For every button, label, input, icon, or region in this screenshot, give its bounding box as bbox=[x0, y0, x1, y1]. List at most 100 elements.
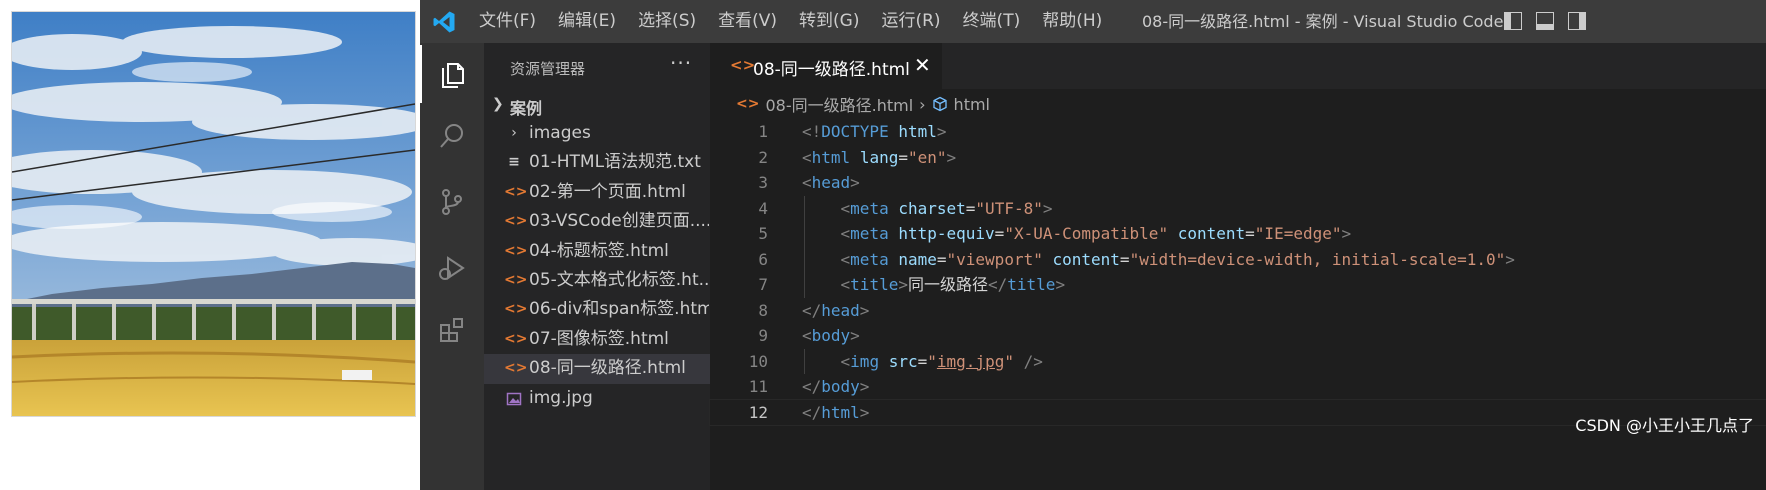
code-token: meta bbox=[850, 249, 889, 269]
code-token: <! bbox=[802, 122, 822, 141]
toggle-panel-icon[interactable] bbox=[1536, 12, 1554, 30]
more-actions-icon[interactable]: ··· bbox=[670, 51, 692, 75]
sidebar-title: 资源管理器 bbox=[510, 60, 586, 78]
line-number: 10 bbox=[748, 351, 768, 371]
toggle-primary-sidebar-icon[interactable] bbox=[1504, 12, 1522, 30]
tree-item-file[interactable]: <> 02-第一个页面.html bbox=[484, 178, 710, 207]
line-number: 7 bbox=[758, 275, 768, 294]
tree-item-file[interactable]: ≡ 01-HTML语法规范.txt bbox=[484, 148, 710, 177]
code-token: body bbox=[821, 377, 860, 396]
code-token: < bbox=[840, 275, 851, 294]
code-line[interactable]: 6 <meta name="viewport" content="width=d… bbox=[710, 246, 1766, 273]
line-content: </body> bbox=[802, 374, 869, 400]
tree-item-file[interactable]: <> 05-文本格式化标签.ht... bbox=[484, 266, 710, 295]
tab-label: 08-同一级路径.html bbox=[753, 60, 910, 80]
run-debug-icon[interactable] bbox=[420, 239, 484, 297]
line-content: <meta http-equiv="X-UA-Compatible" conte… bbox=[802, 221, 1352, 247]
code-token: /> bbox=[1023, 351, 1043, 371]
code-line[interactable]: 9 <body> bbox=[710, 323, 1766, 349]
code-line[interactable]: 4 <meta charset="UTF-8"> bbox=[710, 195, 1766, 221]
tree-item-label: 06-div和span标签.html bbox=[529, 299, 709, 320]
code-token: head bbox=[821, 300, 860, 320]
code-line[interactable]: 5 <meta http-equiv="X-UA-Compatible" con… bbox=[710, 221, 1766, 247]
code-token: </ bbox=[802, 402, 822, 422]
tree-item-file[interactable]: <> 07-图像标签.html bbox=[484, 325, 710, 354]
menu-bar: 文件(F) 编辑(E) 选择(S) 查看(V) 转到(G) 运行(R) 终端(T… bbox=[468, 0, 1113, 43]
code-token: < bbox=[840, 249, 851, 269]
tree-item-file[interactable]: <> 06-div和span标签.html bbox=[484, 295, 710, 324]
explorer-icon[interactable] bbox=[420, 45, 484, 103]
line-number: 1 bbox=[758, 122, 768, 141]
layout-controls bbox=[1504, 12, 1586, 30]
tree-item-label: 05-文本格式化标签.ht... bbox=[529, 269, 709, 290]
code-token: title bbox=[1007, 275, 1056, 294]
code-token: > bbox=[1505, 249, 1515, 269]
code-token: content bbox=[1052, 249, 1120, 269]
tree-item-file[interactable]: <> 04-标题标签.html bbox=[484, 237, 710, 266]
code-line[interactable]: 11 </body> bbox=[710, 374, 1766, 400]
menu-file[interactable]: 文件(F) bbox=[468, 0, 547, 43]
close-icon[interactable]: ✕ bbox=[914, 53, 931, 77]
menu-run[interactable]: 运行(R) bbox=[870, 0, 951, 43]
line-content: </html> bbox=[802, 400, 869, 426]
menu-edit[interactable]: 编辑(E) bbox=[547, 0, 627, 43]
code-token: = bbox=[965, 198, 976, 218]
code-editor[interactable]: 1 <!DOCTYPE html > 2 <html lang="en"> 3 <head>… bbox=[709, 119, 1766, 426]
window-title: 08-同一级路径.html - 案例 - Visual Studio Code bbox=[1142, 12, 1504, 31]
code-token: lang bbox=[859, 147, 899, 167]
code-token: DOCTYPE bbox=[821, 122, 889, 141]
line-number: 12 bbox=[748, 402, 768, 422]
menu-terminal[interactable]: 终端(T) bbox=[952, 0, 1032, 43]
code-token: > bbox=[859, 377, 870, 396]
line-content: <head> bbox=[802, 170, 860, 196]
code-line[interactable]: 3 <head> bbox=[710, 170, 1766, 196]
code-token: < bbox=[802, 173, 812, 192]
code-token: </ bbox=[988, 275, 1008, 294]
tab-active-file[interactable]: <> 08-同一级路径.html ✕ bbox=[710, 43, 942, 89]
code-line[interactable]: 7 <title>同一级路径</title> bbox=[710, 272, 1766, 298]
search-icon[interactable] bbox=[420, 107, 484, 165]
code-token: > bbox=[850, 326, 860, 345]
extensions-icon[interactable] bbox=[420, 301, 484, 359]
code-line[interactable]: 1 <!DOCTYPE html> bbox=[710, 119, 1766, 145]
line-number: 2 bbox=[758, 147, 768, 167]
tree-item-label: 03-VSCode创建页面.... bbox=[529, 211, 709, 232]
line-content: </head> bbox=[802, 298, 869, 324]
code-token: "X-UA-Compatible" bbox=[1004, 224, 1169, 243]
code-token: html bbox=[898, 122, 937, 141]
breadcrumb-symbol[interactable]: html bbox=[954, 95, 990, 114]
menu-view[interactable]: 查看(V) bbox=[707, 0, 788, 43]
source-control-icon[interactable] bbox=[420, 173, 484, 231]
vscode-logo-icon bbox=[432, 10, 456, 34]
line-content: <body> bbox=[802, 323, 860, 349]
breadcrumb-file[interactable]: 08-同一级路径.html bbox=[765, 92, 913, 116]
code-line[interactable]: 2 <html lang="en"> bbox=[710, 145, 1766, 171]
chevron-down-icon: ❯ bbox=[492, 96, 504, 112]
menu-go[interactable]: 转到(G) bbox=[788, 0, 870, 43]
code-token: 同一级路径 bbox=[907, 275, 988, 294]
folder-header[interactable]: ❯ 案例 bbox=[484, 93, 710, 119]
code-token: </ bbox=[802, 377, 822, 396]
menu-selection[interactable]: 选择(S) bbox=[627, 0, 707, 43]
line-content: <meta name="viewport" content="width=dev… bbox=[802, 247, 1515, 273]
code-token: < bbox=[802, 326, 812, 345]
code-line[interactable]: 10 <img src="img.jpg" /> bbox=[710, 348, 1766, 374]
tree-item-images[interactable]: › images bbox=[484, 119, 710, 148]
menu-help[interactable]: 帮助(H) bbox=[1031, 0, 1113, 43]
code-token: "width=device-width, initial-scale=1.0" bbox=[1129, 249, 1506, 269]
tree-item-file-selected[interactable]: <> 08-同一级路径.html bbox=[484, 354, 710, 384]
code-token: img bbox=[850, 351, 880, 371]
line-number: 9 bbox=[758, 326, 768, 345]
tree-item-file[interactable]: <> 03-VSCode创建页面.... bbox=[484, 207, 710, 236]
toggle-secondary-sidebar-icon[interactable] bbox=[1568, 12, 1586, 30]
code-token: content bbox=[1177, 224, 1246, 243]
code-token: < bbox=[840, 198, 851, 218]
line-content: <html lang="en"> bbox=[802, 145, 956, 171]
code-token: http-equiv bbox=[898, 224, 995, 243]
code-line[interactable]: 8 </head> bbox=[710, 298, 1766, 324]
tree-item-file[interactable]: img.jpg bbox=[484, 384, 710, 413]
